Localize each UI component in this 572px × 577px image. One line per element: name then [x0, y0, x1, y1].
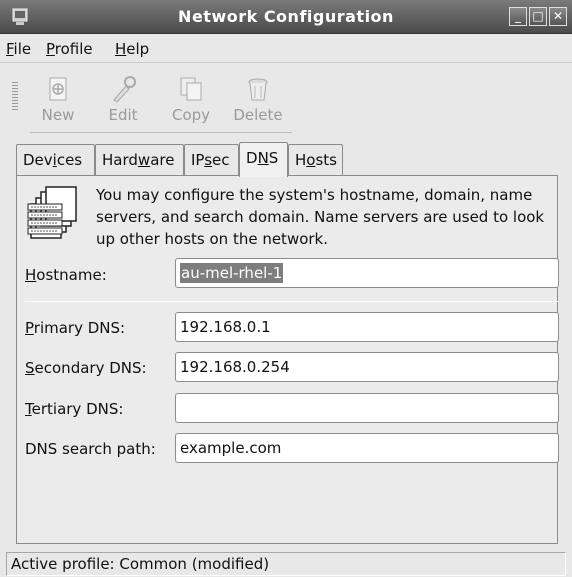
- menu-file[interactable]: File: [6, 40, 31, 58]
- menu-help[interactable]: Help: [115, 40, 149, 58]
- tertiary-dns-label: Tertiary DNS:: [25, 400, 124, 418]
- copy-icon: [180, 77, 202, 101]
- primary-dns-label: Primary DNS:: [25, 319, 126, 337]
- dns-search-path-label: DNS search path:: [25, 440, 156, 458]
- toolbar-grip[interactable]: [12, 82, 18, 112]
- dns-info-text: You may configure the system's hostname,…: [96, 186, 545, 248]
- toolbar-separator: [30, 132, 292, 133]
- tab-devices[interactable]: Devices: [16, 144, 95, 176]
- tab-dns[interactable]: DNS: [239, 142, 288, 177]
- primary-dns-input[interactable]: 192.168.0.1: [175, 312, 559, 342]
- delete-label: Delete: [233, 106, 283, 124]
- close-button[interactable]: ✕: [549, 7, 567, 26]
- window-title: Network Configuration: [178, 7, 394, 26]
- dns-search-path-input[interactable]: example.com: [175, 433, 559, 463]
- delete-icon: [248, 78, 268, 101]
- menu-profile[interactable]: Profile: [46, 40, 93, 58]
- tab-hosts[interactable]: Hosts: [288, 144, 343, 176]
- new-icon: [49, 77, 67, 101]
- minimize-button[interactable]: _: [509, 7, 527, 26]
- hostname-value: au-mel-rhel-1: [180, 263, 284, 283]
- copy-label: Copy: [171, 106, 211, 124]
- secondary-dns-input[interactable]: 192.168.0.254: [175, 352, 559, 382]
- menu-bar: File Profile Help: [0, 35, 572, 63]
- tertiary-dns-input[interactable]: [175, 393, 559, 423]
- tab-hardware[interactable]: Hardware: [95, 144, 184, 176]
- delete-button[interactable]: Delete: [228, 74, 288, 130]
- maximize-icon: □: [532, 9, 544, 23]
- new-button[interactable]: New: [28, 74, 88, 130]
- new-label: New: [41, 106, 75, 124]
- title-bar: Network Configuration _ □ ✕: [0, 0, 572, 34]
- edit-label: Edit: [108, 106, 138, 124]
- hostname-label: Hostname:: [25, 266, 107, 284]
- minimize-icon: _: [515, 9, 521, 23]
- copy-button[interactable]: Copy: [161, 74, 221, 130]
- close-icon: ✕: [552, 9, 564, 23]
- toolbar: New Edit Copy Delete: [0, 64, 300, 134]
- address-book-icon: [27, 186, 77, 239]
- status-bar: Active profile: Common (modified): [6, 552, 566, 576]
- hostname-input[interactable]: au-mel-rhel-1: [175, 258, 559, 288]
- form-separator: [25, 301, 559, 302]
- tab-ipsec[interactable]: IPsec: [184, 144, 239, 176]
- edit-button[interactable]: Edit: [93, 74, 153, 130]
- edit-icon: [113, 76, 136, 103]
- secondary-dns-label: Secondary DNS:: [25, 359, 147, 377]
- maximize-button[interactable]: □: [529, 7, 547, 26]
